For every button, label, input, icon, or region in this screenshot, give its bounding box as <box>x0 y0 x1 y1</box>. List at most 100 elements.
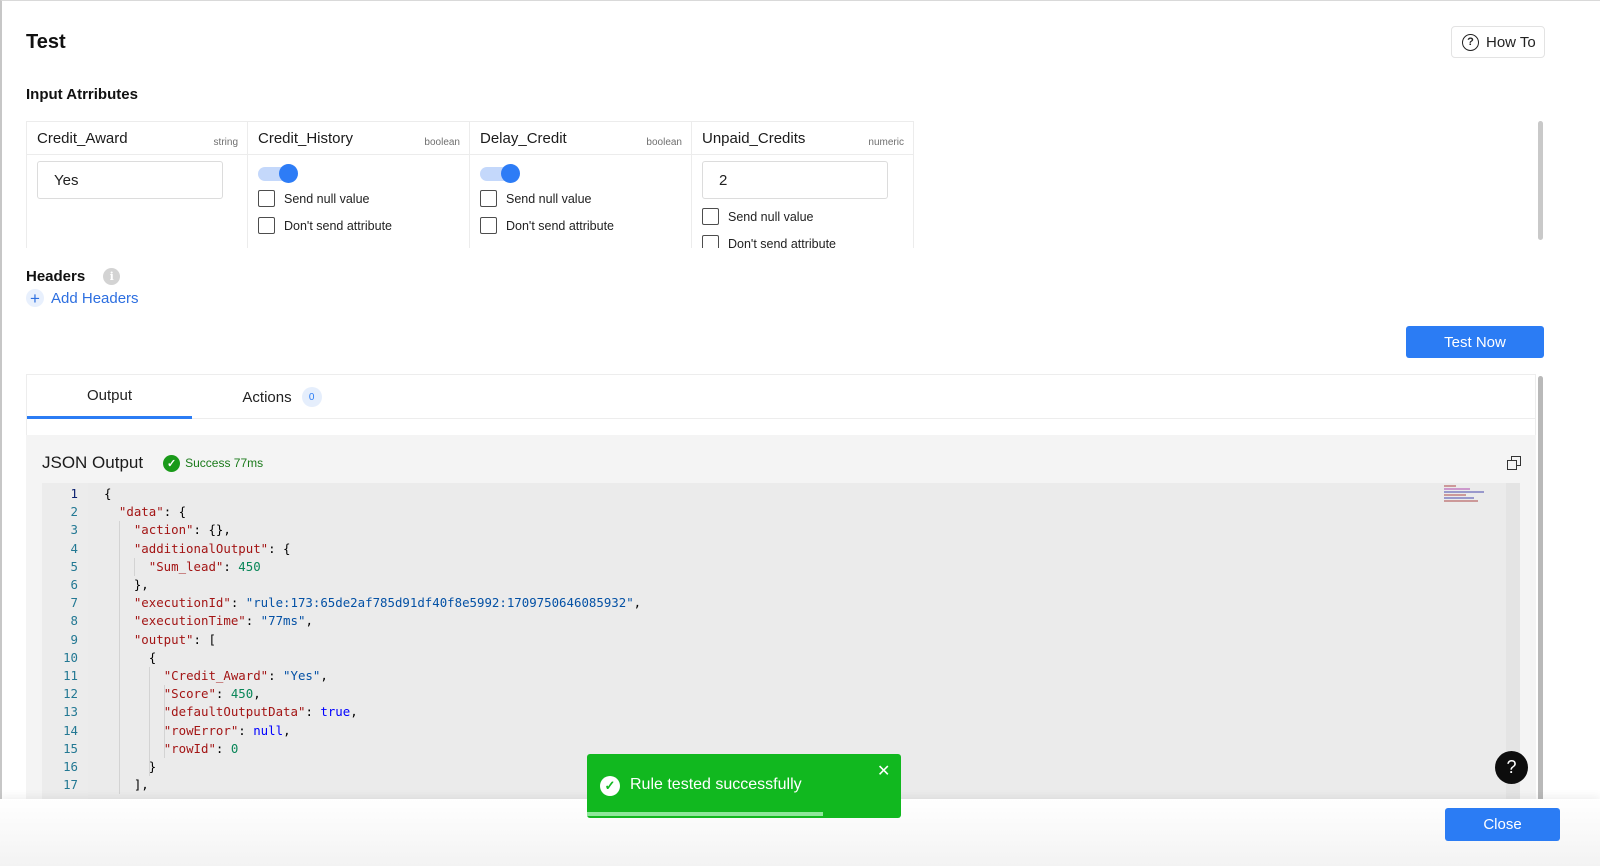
code-text: "executionId": "rule:173:65de2af785d91df… <box>133 595 642 611</box>
code-line: 9 "output": [ <box>42 631 1520 649</box>
code-line: 13 "defaultOutputData": true, <box>42 703 1520 721</box>
delay-credit-toggle[interactable] <box>480 163 520 183</box>
line-number: 9 <box>70 631 78 647</box>
page-title: Test <box>26 31 66 53</box>
code-text: "action": {}, <box>133 522 231 538</box>
credit-history-toggle[interactable] <box>258 163 298 183</box>
indent-guide <box>148 667 150 777</box>
info-icon[interactable]: i <box>103 268 121 285</box>
tab-actions[interactable]: Actions 0 <box>192 375 372 419</box>
line-number: 1 <box>70 486 78 501</box>
code-line: 10 { <box>42 649 1520 667</box>
code-line: 12 "Score": 450, <box>42 685 1520 703</box>
question-icon: ? <box>1462 33 1479 51</box>
line-number: 8 <box>70 613 78 629</box>
input-attributes-heading: Input Atrributes <box>26 86 138 103</box>
code-text: "rowId": 0 <box>163 740 239 756</box>
indent-guide <box>118 521 120 795</box>
results-scrollbar[interactable] <box>1538 376 1543 806</box>
code-line: 2 "data": { <box>42 503 1520 521</box>
line-number: 2 <box>70 504 78 520</box>
add-headers-button[interactable]: + Add Headers <box>26 289 139 307</box>
close-button[interactable]: Close <box>1445 808 1560 841</box>
attribute-header: Delay_Credit boolean <box>470 122 691 155</box>
json-output-title: JSON Output <box>42 453 144 472</box>
code-line: 5 "Sum_lead": 450 <box>42 558 1520 576</box>
code-minimap[interactable] <box>1444 485 1486 511</box>
credit-award-input[interactable]: Yes <box>37 161 223 199</box>
attribute-type: boolean <box>424 136 460 148</box>
unpaid-credits-input[interactable]: 2 <box>702 161 888 199</box>
code-text: "data": { <box>118 504 187 520</box>
code-line: 14 "rowError": null, <box>42 722 1520 740</box>
code-line: 1{ <box>42 485 1520 503</box>
line-number: 15 <box>63 740 78 756</box>
line-number: 16 <box>63 759 78 774</box>
attributes-grid: Credit_Award string Yes Credit_History b… <box>26 121 916 248</box>
how-to-label: How To <box>1486 33 1536 51</box>
headers-heading: Headers i <box>26 268 121 285</box>
send-null-checkbox[interactable] <box>480 190 497 207</box>
code-line: 11 "Credit_Award": "Yes", <box>42 667 1520 685</box>
code-line: 6 }, <box>42 576 1520 594</box>
code-text: "additionalOutput": { <box>133 540 291 556</box>
attribute-type: numeric <box>868 136 904 148</box>
code-text: "executionTime": "77ms", <box>133 613 313 629</box>
indent-guide <box>133 557 135 576</box>
dont-send-checkbox[interactable] <box>702 235 719 248</box>
send-null-checkbox[interactable] <box>258 190 275 207</box>
tab-output[interactable]: Output <box>27 375 192 419</box>
attribute-name: Credit_History <box>258 129 354 147</box>
attribute-type: string <box>213 136 238 148</box>
check-circle-icon: ✓ <box>600 776 620 796</box>
attributes-scrollbar[interactable] <box>1538 121 1543 240</box>
dont-send-label: Don't send attribute <box>506 218 615 233</box>
attribute-credit-history: Credit_History boolean Send null value D… <box>248 121 470 248</box>
send-null-label: Send null value <box>728 209 814 224</box>
code-line: 7 "executionId": "rule:173:65de2af785d91… <box>42 594 1520 612</box>
dont-send-label: Don't send attribute <box>728 236 837 249</box>
code-line: 8 "executionTime": "77ms", <box>42 612 1520 630</box>
attribute-name: Delay_Credit <box>480 129 567 147</box>
code-line: 3 "action": {}, <box>42 521 1520 539</box>
line-number: 5 <box>70 558 78 574</box>
success-toast: ✓ Rule tested successfully ✕ <box>587 754 901 818</box>
send-null-label: Send null value <box>284 191 370 206</box>
copy-icon[interactable] <box>1507 456 1521 470</box>
test-now-button[interactable]: Test Now <box>1406 326 1544 358</box>
attribute-unpaid-credits: Unpaid_Credits numeric 2 Send null value… <box>692 121 914 248</box>
code-text: "rowError": null, <box>163 722 291 738</box>
dont-send-checkbox[interactable] <box>480 217 497 234</box>
code-text: ], <box>104 777 149 793</box>
headers-label: Headers <box>26 268 86 285</box>
help-button[interactable]: ? <box>1495 751 1528 784</box>
line-number: 13 <box>63 704 78 720</box>
attribute-type: boolean <box>646 136 682 148</box>
attribute-delay-credit: Delay_Credit boolean Send null value Don… <box>470 121 692 248</box>
line-number: 4 <box>70 540 78 556</box>
how-to-button[interactable]: ? How To <box>1451 26 1545 58</box>
status-text: Success 77ms <box>185 456 264 470</box>
code-text: "Score": 450, <box>163 686 261 702</box>
code-text: { <box>104 486 112 501</box>
line-number: 14 <box>63 722 78 738</box>
attribute-header: Unpaid_Credits numeric <box>692 122 913 155</box>
indent-guide <box>163 685 165 758</box>
line-number: 11 <box>63 668 78 683</box>
close-icon[interactable]: ✕ <box>877 761 890 781</box>
add-headers-label: Add Headers <box>51 289 139 307</box>
send-null-label: Send null value <box>506 191 592 206</box>
line-number: 7 <box>70 595 78 611</box>
code-text: "Sum_lead": 450 <box>148 558 261 574</box>
status-badge: ✓ Success 77ms <box>163 454 264 472</box>
send-null-checkbox[interactable] <box>702 208 719 225</box>
code-line: 4 "additionalOutput": { <box>42 540 1520 558</box>
code-text: { <box>104 649 157 665</box>
line-number: 12 <box>63 686 78 702</box>
attribute-name: Unpaid_Credits <box>702 129 806 147</box>
actions-count-badge: 0 <box>301 387 322 407</box>
line-number: 17 <box>63 777 78 793</box>
plus-icon: + <box>26 289 44 307</box>
line-number: 3 <box>70 522 78 538</box>
dont-send-checkbox[interactable] <box>258 217 275 234</box>
